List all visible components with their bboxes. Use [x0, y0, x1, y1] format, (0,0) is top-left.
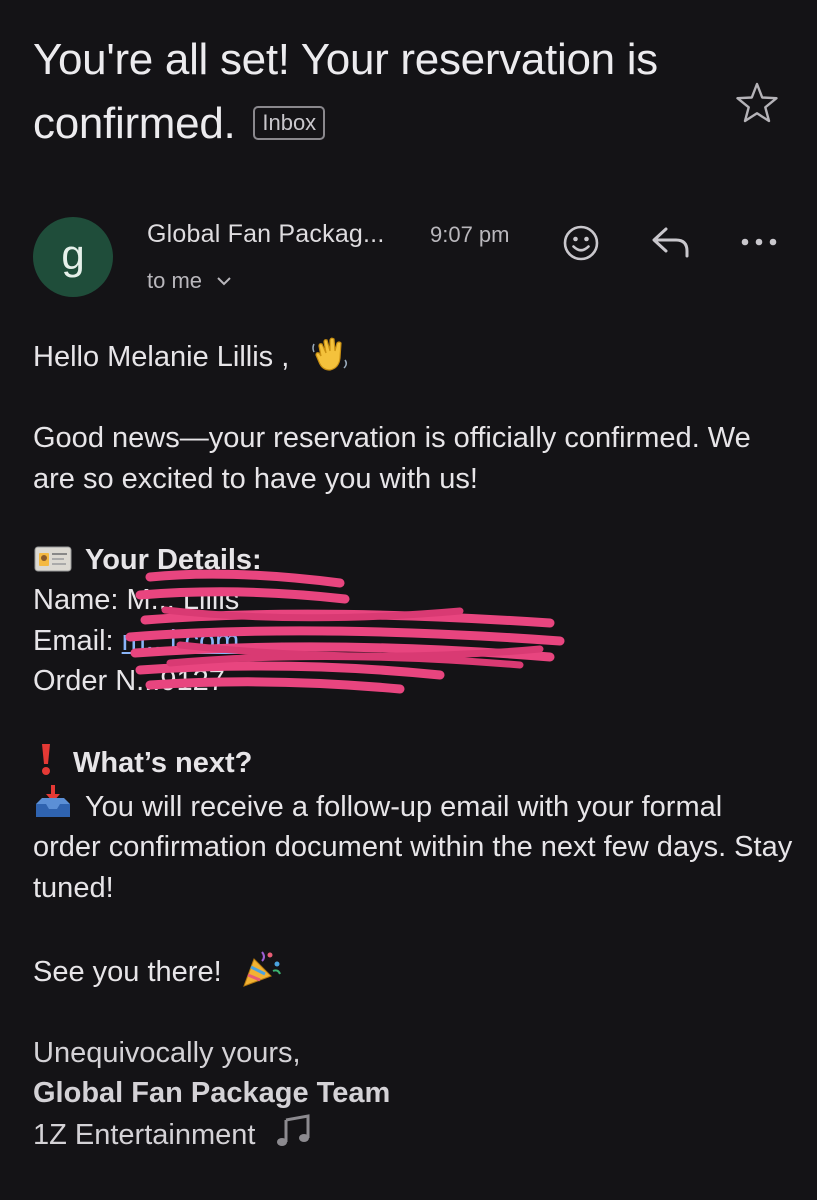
name-value: M... Lillis: [126, 584, 240, 616]
id-card-icon: [34, 546, 72, 571]
recipient-row[interactable]: to me: [147, 268, 232, 294]
order-value: N...9127: [115, 665, 225, 697]
details-heading: Your Details:: [85, 543, 262, 576]
musical-notes-icon: [276, 1113, 310, 1146]
email-body: Hello Melanie Lillis , Good news—your re…: [33, 334, 793, 1155]
smiley-icon[interactable]: [562, 224, 600, 262]
next-heading: What’s next?: [73, 747, 253, 779]
email-label: Email:: [33, 624, 114, 657]
see-you-line: See you there!: [33, 949, 793, 993]
inbox-label-badge[interactable]: Inbox: [253, 106, 326, 140]
email-row: Email: m...l.com: [33, 621, 793, 662]
greeting-text: Hello Melanie Lillis ,: [33, 341, 290, 373]
waving-hand-icon: [312, 337, 348, 371]
order-row: Order N...9127: [33, 661, 793, 702]
message-time: 9:07 pm: [430, 222, 510, 247]
next-text: You will receive a follow-up email with …: [33, 790, 793, 904]
chevron-down-icon[interactable]: [216, 276, 232, 286]
exclamation-icon: [42, 744, 50, 775]
intro-paragraph: Good news—your reservation is officially…: [33, 422, 751, 495]
inbox-tray-icon: [36, 784, 70, 817]
next-paragraph: You will receive a follow-up email with …: [33, 784, 793, 909]
order-label: Order: [33, 665, 108, 697]
details-heading-line: Your Details:: [33, 540, 793, 581]
star-icon[interactable]: [734, 80, 780, 126]
reply-icon[interactable]: [650, 225, 692, 259]
company-line: 1Z Entertainment: [33, 1113, 793, 1156]
greeting-line: Hello Melanie Lillis ,: [33, 334, 793, 378]
sender-name[interactable]: Global Fan Packag...: [147, 220, 384, 249]
next-heading-line: What’s next?: [33, 742, 793, 784]
party-popper-icon: [242, 950, 281, 987]
team-name: Global Fan Package Team: [33, 1077, 391, 1109]
name-row: Name: M... Lillis: [33, 580, 793, 621]
subject-title: You're all set! Your reservation is conf…: [33, 35, 658, 148]
email-subject: You're all set! Your reservation is conf…: [33, 28, 723, 156]
name-label: Name:: [33, 584, 119, 616]
see-you-text: See you there!: [33, 955, 222, 988]
sender-avatar[interactable]: g: [33, 217, 113, 297]
company-name: 1Z Entertainment: [33, 1118, 256, 1151]
more-icon[interactable]: [740, 237, 778, 247]
recipient-label: to me: [147, 268, 203, 293]
signoff-line: Unequivocally yours,: [33, 1036, 301, 1069]
email-link[interactable]: m...l.com: [122, 625, 240, 657]
